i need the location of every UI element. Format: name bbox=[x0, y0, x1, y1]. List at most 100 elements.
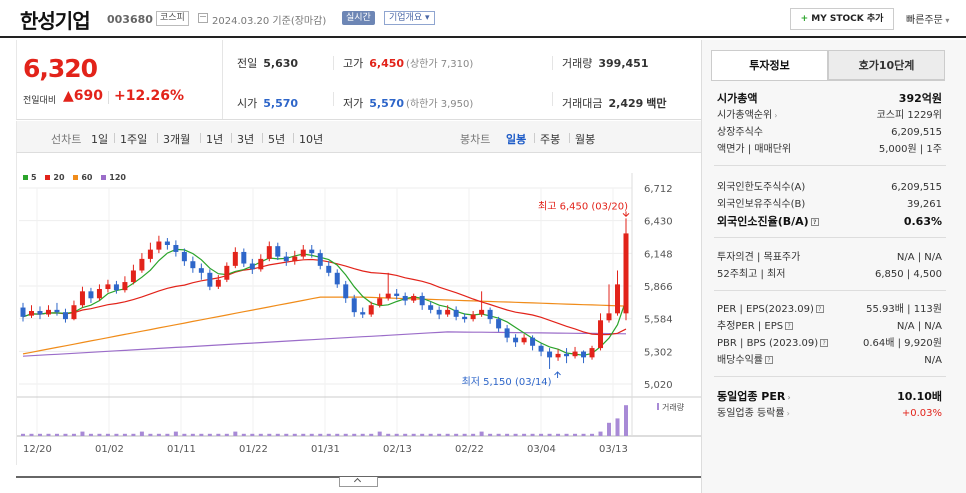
candle-body bbox=[309, 249, 315, 254]
candle-body bbox=[130, 270, 136, 283]
tab-1week[interactable]: 1주일 bbox=[120, 131, 147, 147]
info-value: 39,261 bbox=[907, 199, 942, 210]
company-overview-dropdown[interactable]: 기업개요 ▾ bbox=[384, 11, 435, 25]
realtime-button[interactable]: 실시간 bbox=[342, 11, 375, 25]
candle-body bbox=[156, 241, 162, 250]
x-tick-label: 01/31 bbox=[311, 444, 340, 455]
info-row[interactable]: PBR | BPS (2023.09)? 0.64배 | 9,920원 bbox=[717, 337, 942, 351]
y-tick-label: 6,148 bbox=[644, 249, 673, 260]
candle-body bbox=[215, 279, 221, 287]
volume-bar bbox=[564, 433, 569, 436]
candle-body bbox=[589, 348, 595, 358]
volume-bar bbox=[131, 433, 136, 436]
info-row[interactable]: 외국인소진율(B/A)? 0.63% bbox=[717, 215, 942, 229]
candle-body bbox=[232, 251, 238, 266]
volume-bar bbox=[505, 433, 510, 436]
candle-body bbox=[164, 241, 170, 245]
open-price: 시가 5,570 bbox=[237, 97, 299, 110]
quick-order-label: 빠른주문 bbox=[906, 15, 943, 26]
volume-bar bbox=[46, 433, 51, 436]
volume-bar bbox=[539, 433, 544, 436]
volume-bar bbox=[386, 433, 391, 436]
candle-body bbox=[266, 246, 272, 259]
tab-3month[interactable]: 3개월 bbox=[163, 131, 190, 147]
info-row: 액면가 | 매매단위 5,000원 | 1주 bbox=[717, 143, 942, 157]
volume-bar bbox=[284, 433, 289, 436]
candlestick-chart-svg: 6,712 6,430 6,148 5,866 5,584 5,302 5,020 최고 6,… bbox=[17, 173, 703, 455]
volume-bar bbox=[309, 433, 314, 436]
volume-bar bbox=[496, 433, 501, 436]
info-row[interactable]: 동일업종 등락률 › +0.03% bbox=[717, 407, 942, 421]
tab-monthly[interactable]: 월봉 bbox=[575, 131, 595, 147]
tab-5year[interactable]: 5년 bbox=[268, 131, 285, 147]
candle-body bbox=[360, 312, 366, 315]
tab-daily[interactable]: 일봉 bbox=[506, 131, 526, 147]
info-value: +0.03% bbox=[901, 408, 942, 419]
info-row[interactable]: 추정PER | EPS? N/A | N/A bbox=[717, 320, 942, 334]
x-tick-label: 03/04 bbox=[527, 444, 556, 455]
price-chart[interactable]: 5 20 60 120 6,712 6,430 6,148 5,866 5,584 5,3… bbox=[16, 153, 703, 465]
volume-bar bbox=[403, 433, 408, 436]
tab-10year[interactable]: 10년 bbox=[299, 131, 323, 147]
candle-body bbox=[317, 253, 323, 266]
volume-bar bbox=[607, 422, 612, 436]
volume-bar bbox=[292, 433, 297, 436]
add-mystock-button[interactable]: + MY STOCK 추가 bbox=[790, 8, 894, 30]
volume-bar bbox=[522, 433, 527, 436]
stock-code: 003680 bbox=[107, 13, 153, 26]
volume-bar bbox=[165, 433, 170, 436]
candle-body bbox=[96, 289, 102, 299]
stock-header: 한성기업 003680 코스피 2024.03.20 기준(장마감) 실시간 기… bbox=[0, 0, 966, 38]
tab-investment-info[interactable]: 투자정보 bbox=[711, 50, 828, 80]
help-icon[interactable]: ? bbox=[765, 356, 773, 364]
volume-bar bbox=[275, 433, 280, 436]
volume-bar bbox=[369, 433, 374, 436]
volume: 거래량 399,451 bbox=[562, 57, 649, 70]
tab-candle-chart[interactable]: 봉차트 bbox=[460, 131, 490, 147]
volume-bar bbox=[335, 433, 340, 436]
candle-body bbox=[513, 337, 519, 343]
market-badge: 코스피 bbox=[156, 11, 189, 26]
plus-icon: + bbox=[800, 14, 812, 24]
help-icon[interactable]: ? bbox=[810, 218, 819, 226]
tab-orderbook-10[interactable]: 호가10단계 bbox=[828, 50, 945, 80]
volume-bar bbox=[471, 433, 476, 436]
change-label: 전일대비 bbox=[23, 96, 57, 106]
tab-1year[interactable]: 1년 bbox=[206, 131, 223, 147]
candle-body bbox=[411, 295, 417, 301]
volume-bar bbox=[63, 433, 68, 436]
tab-line-chart[interactable]: 선차트 bbox=[51, 131, 81, 147]
info-row[interactable]: 시가총액순위 › 코스피 1229위 bbox=[717, 109, 942, 123]
help-icon[interactable]: ? bbox=[815, 305, 824, 313]
tab-3year[interactable]: 3년 bbox=[237, 131, 254, 147]
help-icon[interactable]: ? bbox=[820, 339, 829, 347]
volume-bar bbox=[105, 433, 110, 436]
candle-body bbox=[445, 309, 451, 315]
tab-weekly[interactable]: 주봉 bbox=[540, 131, 560, 147]
volume-bar bbox=[581, 433, 586, 436]
info-row: 투자의견 | 목표주가 N/A | N/A bbox=[717, 251, 942, 265]
chevron-down-icon: ▾ bbox=[942, 16, 950, 25]
info-row[interactable]: PER | EPS(2023.09)? 55.93배 | 113원 bbox=[717, 303, 942, 317]
volume-bar bbox=[216, 433, 221, 436]
tab-1day[interactable]: 1일 bbox=[91, 131, 108, 147]
expand-toggle-button[interactable] bbox=[339, 477, 378, 487]
volume-bar bbox=[71, 433, 76, 436]
candle-body bbox=[428, 305, 434, 310]
help-icon[interactable]: ? bbox=[785, 322, 794, 330]
volume-bar bbox=[182, 433, 187, 436]
volume-bar bbox=[352, 433, 357, 436]
change-percent: +12.26% bbox=[107, 88, 185, 104]
quick-order-button[interactable]: 빠른주문 ▾ bbox=[906, 11, 949, 26]
volume-bar bbox=[437, 433, 442, 436]
volume-bar bbox=[530, 433, 535, 436]
candle-body bbox=[402, 295, 408, 301]
volume-bar bbox=[173, 431, 178, 436]
info-label: 동일업종 PER › bbox=[717, 390, 791, 403]
candle-body bbox=[538, 345, 544, 352]
y-tick-label: 6,712 bbox=[644, 184, 673, 195]
info-row: 외국인한도주식수(A) 6,209,515 bbox=[717, 181, 942, 195]
info-row[interactable]: 배당수익률? N/A bbox=[717, 354, 942, 368]
info-row[interactable]: 동일업종 PER › 10.10배 bbox=[717, 390, 942, 404]
candle-body bbox=[368, 305, 374, 315]
